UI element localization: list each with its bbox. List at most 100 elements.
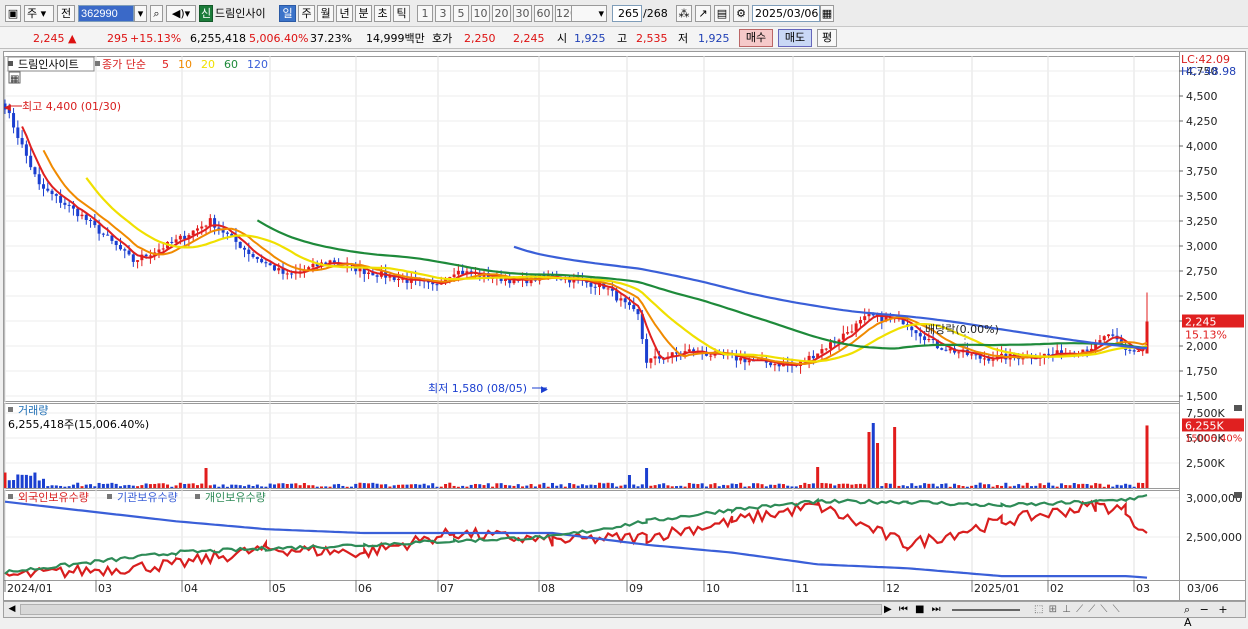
stock-code-dropdown-icon[interactable]: ▾	[134, 5, 147, 22]
stock-chart[interactable]: 4,7504,5004,2504,0003,7503,5003,2503,000…	[4, 52, 1245, 600]
high-price: 2,535	[636, 32, 668, 45]
chart-area[interactable]: 4,750 4,500 4,250 4,000 3,750 3,500 3,250 3,000…	[3, 51, 1246, 601]
volume-bar	[213, 484, 217, 488]
volume-bar	[1115, 484, 1119, 488]
period-button-1[interactable]: 주	[298, 5, 315, 22]
interval-button-60[interactable]: 60	[534, 5, 553, 22]
volume-bar	[816, 467, 820, 488]
interval-button-1[interactable]: 1	[417, 5, 433, 22]
ma-line-120	[513, 245, 1148, 350]
chart-window-icon[interactable]: ▣	[5, 5, 21, 22]
holdings-legend-marker-icon	[107, 494, 112, 499]
volume-bar	[328, 486, 332, 488]
ma-legend-5: 5	[162, 58, 169, 71]
new-listing-badge: 신	[199, 5, 213, 22]
ma-legend-20: 20	[201, 58, 215, 71]
count-current-input[interactable]: 265	[612, 5, 642, 22]
volume-bar	[696, 484, 700, 488]
volume-bar	[769, 484, 773, 488]
period-button-0[interactable]: 일	[279, 5, 296, 22]
volume-bar	[781, 484, 785, 488]
volume-bar	[828, 483, 832, 488]
volume-bar	[589, 484, 593, 488]
date-input[interactable]: 2025/03/06	[752, 5, 820, 22]
candle-body	[24, 144, 28, 156]
playback-controls[interactable]: ▶ ⏮ ■ ⏭	[884, 603, 943, 616]
interval-button-20[interactable]: 20	[492, 5, 511, 22]
sell-button[interactable]: 매도	[778, 29, 812, 47]
table-glyph-icon: ▦	[10, 74, 19, 85]
save-icon[interactable]: ▤	[714, 5, 730, 22]
evaluate-button[interactable]: 평	[817, 29, 837, 47]
candle-body	[687, 349, 691, 352]
count-total-label: /268	[643, 7, 668, 20]
volume-bar	[1124, 483, 1128, 488]
candle-body	[255, 256, 259, 260]
period-button-6[interactable]: 틱	[393, 5, 410, 22]
volume-bar	[623, 484, 627, 488]
volume-bar	[1107, 484, 1111, 488]
candle-body	[37, 174, 41, 185]
low-arrow-icon: ▶	[541, 385, 548, 395]
volume-bar	[666, 485, 670, 488]
period-button-3[interactable]: 년	[336, 5, 353, 22]
zoom-slider[interactable]	[952, 609, 1020, 611]
volume-bar	[627, 475, 631, 488]
volume-bar	[717, 486, 721, 488]
volume-bar	[670, 486, 674, 488]
interval-custom-select[interactable]: ▾	[571, 5, 607, 22]
volume-tick-label: 2,500K	[1186, 457, 1225, 470]
volume-bar	[803, 482, 807, 488]
candle-body	[918, 333, 922, 337]
ma-legend-10: 10	[178, 58, 192, 71]
candle-body	[769, 362, 773, 366]
scroll-thumb[interactable]	[20, 604, 882, 615]
volume-bar	[876, 443, 880, 488]
volume-bar	[568, 483, 572, 488]
interval-button-3[interactable]: 3	[435, 5, 451, 22]
volume-bar	[1111, 486, 1115, 488]
volume-bar	[687, 482, 691, 488]
stock-code-input[interactable]	[78, 5, 134, 22]
calendar-icon[interactable]: ▦	[820, 5, 834, 22]
period-button-2[interactable]: 월	[317, 5, 334, 22]
volume-close-icon	[1234, 405, 1242, 411]
volume-bar	[264, 486, 268, 488]
period-button-5[interactable]: 초	[374, 5, 391, 22]
trend-tool-icon[interactable]: ↗	[695, 5, 711, 22]
price-change-pct: +15.13%	[130, 32, 182, 45]
volume-bar	[136, 486, 140, 488]
candle-body	[456, 270, 460, 275]
drawing-tools-icon[interactable]: ⬚ ⊞ ⊥ ⟋ ⟋ ⟍ ⟍	[1034, 603, 1121, 616]
volume-bar	[67, 486, 71, 488]
buy-button[interactable]: 매수	[739, 29, 773, 47]
candle-body	[157, 249, 161, 253]
search-icon[interactable]: ⌕	[150, 5, 163, 22]
volume-bar	[422, 483, 426, 488]
interval-button-5[interactable]: 5	[453, 5, 469, 22]
speaker-icon[interactable]: ◀)▾	[166, 5, 196, 22]
pin-icon[interactable]: ⁂	[676, 5, 692, 22]
horizontal-scrollbar[interactable]: ◀ ▶ ⏮ ■ ⏭ ⬚ ⊞ ⊥ ⟋ ⟋ ⟍ ⟍ ⌕ − + A	[3, 601, 1246, 629]
volume-bar	[884, 483, 888, 488]
volume-bar	[195, 485, 199, 488]
period-button-4[interactable]: 분	[355, 5, 372, 22]
volume-bar	[1141, 483, 1145, 488]
volume-bar	[734, 484, 738, 488]
volume-bar	[375, 483, 379, 488]
interval-button-10[interactable]: 10	[471, 5, 490, 22]
volume-bar	[161, 483, 165, 488]
volume-bar	[559, 484, 563, 488]
volume-bar	[704, 486, 708, 488]
interval-button-30[interactable]: 30	[513, 5, 532, 22]
price-pct-tag: 15.13%	[1185, 329, 1227, 342]
market-type-select[interactable]: 주 ▾	[24, 5, 54, 22]
volume-bar	[1000, 485, 1004, 488]
gear-icon[interactable]: ⚙	[733, 5, 749, 22]
volume-bar	[320, 486, 324, 488]
market-scope-button[interactable]: 전	[57, 5, 75, 22]
zoom-controls[interactable]: ⌕ − + A	[1184, 603, 1245, 629]
candle-body	[123, 249, 127, 251]
candle-body	[773, 363, 777, 366]
scroll-left-icon[interactable]: ◀	[6, 603, 18, 616]
